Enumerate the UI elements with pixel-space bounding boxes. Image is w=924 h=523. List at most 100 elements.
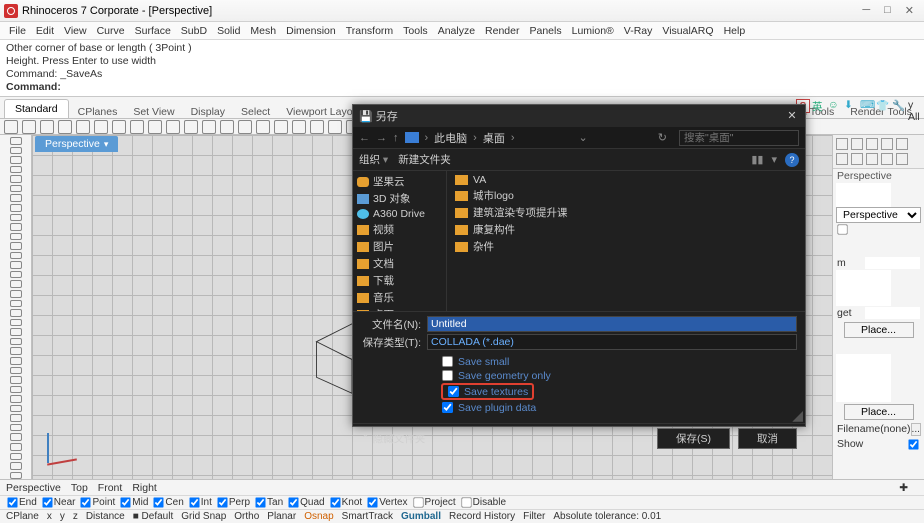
toolbar-icon[interactable] xyxy=(292,120,306,134)
panel-val[interactable]: -9.444 xyxy=(836,354,891,366)
panel-val[interactable]: 276.437 xyxy=(836,294,891,306)
toolbar-icon[interactable] xyxy=(310,120,324,134)
menu-visualarq[interactable]: VisualARQ xyxy=(657,25,718,37)
folder-tree[interactable]: 坚果云3D 对象A360 Drive视频图片文档下载音乐桌面 xyxy=(353,171,447,311)
menu-help[interactable]: Help xyxy=(719,25,751,37)
tool-icon[interactable] xyxy=(10,261,22,269)
search-input[interactable] xyxy=(679,130,799,146)
menu-v-ray[interactable]: V-Ray xyxy=(619,25,658,37)
panel-icon[interactable] xyxy=(866,153,878,165)
tool-icon[interactable] xyxy=(10,166,22,174)
cancel-button[interactable]: 取消 xyxy=(738,428,797,449)
panel-val[interactable]: 22.611 xyxy=(836,366,891,378)
file-list[interactable]: VA城市logo建筑渲染专项提升课康复构件杂件 xyxy=(447,171,805,311)
menu-surface[interactable]: Surface xyxy=(130,25,176,37)
nav-up-icon[interactable]: ↑ xyxy=(393,132,399,144)
panel-icon[interactable] xyxy=(881,138,893,150)
st-history[interactable]: Record History xyxy=(449,511,515,522)
tool-icon[interactable] xyxy=(10,453,22,461)
tool-icon[interactable] xyxy=(10,414,22,422)
tool-icon[interactable] xyxy=(10,204,22,212)
st-filter[interactable]: Filter xyxy=(523,511,545,522)
st-ortho[interactable]: Ortho xyxy=(234,511,259,522)
toolbar-icon[interactable] xyxy=(58,120,72,134)
toolbar-icon[interactable] xyxy=(130,120,144,134)
browse-button[interactable]: ... xyxy=(911,423,921,436)
resize-grip[interactable]: ◢ xyxy=(792,407,803,424)
panel-val[interactable]: -386.218 xyxy=(836,282,891,294)
toolbar-icon[interactable] xyxy=(256,120,270,134)
panel-val[interactable]: -5.005 xyxy=(836,378,891,390)
minimize-icon[interactable]: ─ xyxy=(862,4,870,17)
osnap-mid-check[interactable] xyxy=(121,497,131,507)
tool-icon[interactable] xyxy=(10,233,22,241)
tool-icon[interactable] xyxy=(10,405,22,413)
tool-icon[interactable] xyxy=(10,376,22,384)
viewport-tab-right[interactable]: Right xyxy=(132,482,157,494)
st-gumball[interactable]: Gumball xyxy=(401,511,441,522)
panel-icon[interactable] xyxy=(851,153,863,165)
tree-item[interactable]: 视频 xyxy=(355,221,444,238)
viewport-tab[interactable]: Perspective xyxy=(35,136,118,152)
menu-mesh[interactable]: Mesh xyxy=(245,25,281,37)
menu-analyze[interactable]: Analyze xyxy=(433,25,480,37)
toolbar-icon[interactable] xyxy=(202,120,216,134)
osnap-tan-check[interactable] xyxy=(255,497,265,507)
toolbar-icon[interactable] xyxy=(148,120,162,134)
tool-icon[interactable] xyxy=(10,309,22,317)
save-opt-checkbox[interactable] xyxy=(448,386,459,397)
tab-standard[interactable]: Standard xyxy=(4,99,69,118)
breadcrumb-drop-icon[interactable]: ⌄ xyxy=(579,131,588,144)
ime-kbd-icon[interactable]: ⌨ xyxy=(860,99,874,113)
tool-icon[interactable] xyxy=(10,185,22,193)
tool-icon[interactable] xyxy=(10,338,22,346)
tool-icon[interactable] xyxy=(10,328,22,336)
panel-icon[interactable] xyxy=(851,138,863,150)
ime-lang-icon[interactable]: 英 xyxy=(812,99,826,113)
tab-display[interactable]: Display xyxy=(183,103,233,121)
osnap-cen-check[interactable] xyxy=(154,497,164,507)
tool-icon[interactable] xyxy=(10,223,22,231)
tool-icon[interactable] xyxy=(10,242,22,250)
osnap-knot-check[interactable] xyxy=(330,497,340,507)
tree-item[interactable]: 坚果云 xyxy=(355,173,444,190)
refresh-icon[interactable]: ↻ xyxy=(652,131,673,144)
maximize-icon[interactable]: □ xyxy=(884,4,891,17)
menu-subd[interactable]: SubD xyxy=(176,25,212,37)
tool-icon[interactable] xyxy=(10,137,22,145)
viewport-tab-perspective[interactable]: Perspective xyxy=(6,482,61,494)
tab-add-icon[interactable]: ✚ xyxy=(899,482,908,494)
breadcrumb-desktop[interactable]: 桌面 xyxy=(483,130,505,146)
toolbar-icon[interactable] xyxy=(76,120,90,134)
save-opt-checkbox[interactable] xyxy=(442,402,453,413)
tab-select[interactable]: Select xyxy=(233,103,278,121)
menu-file[interactable]: File xyxy=(4,25,31,37)
file-item[interactable]: 杂件 xyxy=(453,238,799,255)
st-layer[interactable]: ■ Default xyxy=(133,511,174,522)
menu-view[interactable]: View xyxy=(59,25,92,37)
file-item[interactable]: 康复构件 xyxy=(453,221,799,238)
tool-icon[interactable] xyxy=(10,156,22,164)
st-gridsnap[interactable]: Grid Snap xyxy=(181,511,226,522)
tool-icon[interactable] xyxy=(10,252,22,260)
menu-transform[interactable]: Transform xyxy=(341,25,398,37)
tree-item[interactable]: 桌面 xyxy=(355,306,444,311)
toolbar-icon[interactable] xyxy=(40,120,54,134)
menu-curve[interactable]: Curve xyxy=(92,25,130,37)
toolbar-icon[interactable] xyxy=(220,120,234,134)
st-planar[interactable]: Planar xyxy=(267,511,296,522)
breadcrumb-pc[interactable]: 此电脑 xyxy=(434,130,467,146)
ime-mic-icon[interactable]: ⬇ xyxy=(844,99,858,113)
place-button[interactable]: Place... xyxy=(844,404,914,420)
tool-icon[interactable] xyxy=(10,472,22,480)
menu-render[interactable]: Render xyxy=(480,25,524,37)
osnap-near-check[interactable] xyxy=(42,497,52,507)
view-icon[interactable]: ▮▮ xyxy=(751,153,763,167)
ime-icon[interactable]: 🔧 xyxy=(892,99,906,113)
tool-icon[interactable] xyxy=(10,175,22,183)
tree-item[interactable]: A360 Drive xyxy=(355,207,444,221)
toolbar-icon[interactable] xyxy=(238,120,252,134)
filetype-select[interactable] xyxy=(427,334,797,350)
panel-icon[interactable] xyxy=(896,153,908,165)
toolbar-icon[interactable] xyxy=(22,120,36,134)
